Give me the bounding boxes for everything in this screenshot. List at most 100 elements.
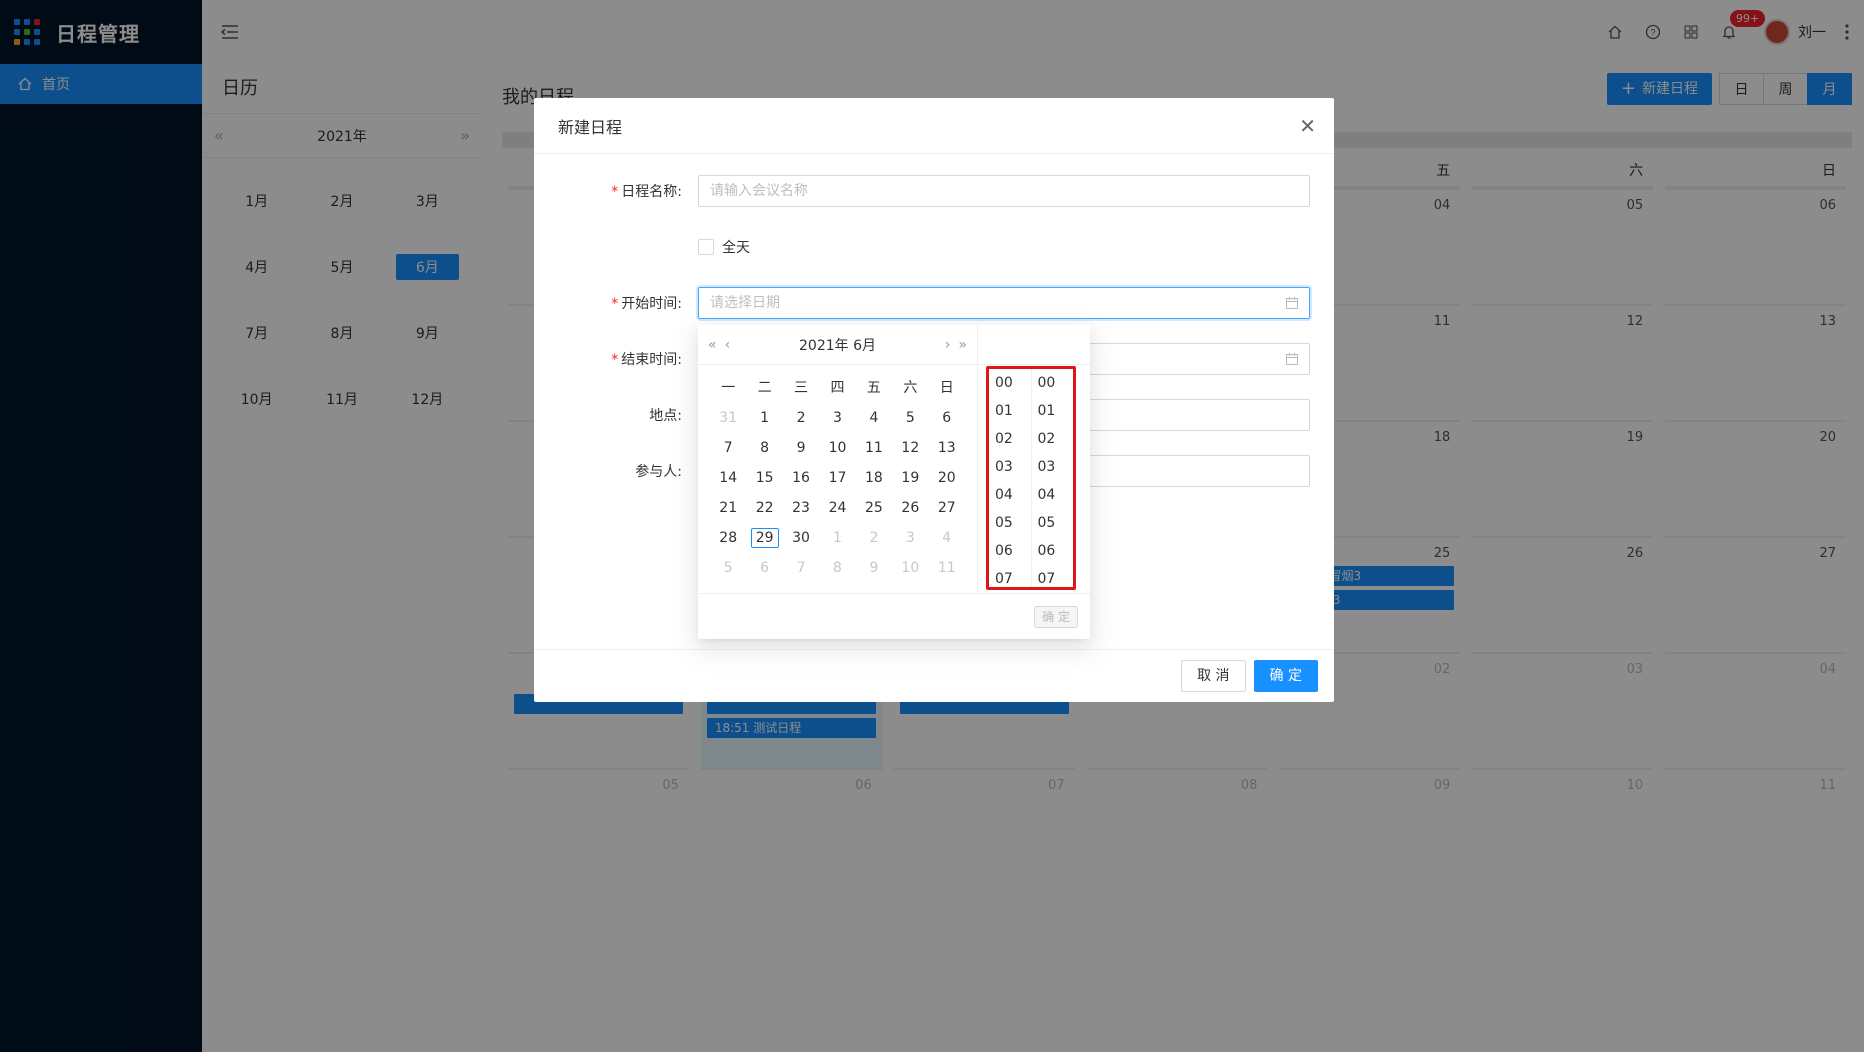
date-cell[interactable]: 6: [746, 553, 782, 583]
date-cell[interactable]: 27: [929, 493, 965, 523]
time-panel: 00 01 02 03 04 05 06 07 00 01 02 03 04 05 06 07: [978, 325, 1090, 593]
date-cell[interactable]: 16: [783, 463, 819, 493]
date-cell[interactable]: 23: [783, 493, 819, 523]
modal-title: 新建日程: [558, 117, 623, 137]
hour-cell[interactable]: 04: [989, 481, 1031, 509]
date-cell[interactable]: 11: [856, 433, 892, 463]
picker-year-month[interactable]: 2021年 6月: [738, 335, 937, 355]
date-cell[interactable]: 2: [856, 523, 892, 553]
date-row: 5 6 7 8 9 10 11: [710, 553, 965, 583]
weekday-label: 二: [757, 380, 772, 396]
field-label: * 日程名称:: [611, 184, 682, 200]
date-cell[interactable]: 21: [710, 493, 746, 523]
minute-cell[interactable]: 04: [1032, 481, 1074, 509]
minute-cell[interactable]: 03: [1032, 453, 1074, 481]
date-cell[interactable]: 14: [710, 463, 746, 493]
date-cell[interactable]: 9: [856, 553, 892, 583]
field-label: 参与人:: [635, 464, 682, 480]
modal-header: 新建日程 ✕: [534, 98, 1334, 154]
date-cell[interactable]: 31: [710, 403, 746, 433]
minute-cell[interactable]: 06: [1032, 537, 1074, 565]
date-cell[interactable]: 22: [746, 493, 782, 523]
calendar-icon: [1286, 353, 1298, 365]
picker-ok-button[interactable]: 确 定: [1034, 606, 1078, 628]
date-cell[interactable]: 25: [856, 493, 892, 523]
date-cell[interactable]: 30: [783, 523, 819, 553]
form-row-allday: 全天: [534, 230, 1334, 264]
schedule-name-input[interactable]: 请输入会议名称: [698, 175, 1310, 207]
start-time-input[interactable]: 请选择日期: [698, 287, 1310, 319]
weekday-label: 日: [939, 380, 954, 396]
date-cell[interactable]: 5: [710, 553, 746, 583]
minute-column[interactable]: 00 01 02 03 04 05 06 07: [1030, 369, 1074, 587]
date-cell[interactable]: 15: [746, 463, 782, 493]
field-label: * 结束时间:: [611, 352, 682, 368]
date-cell[interactable]: 3: [819, 403, 855, 433]
date-cell[interactable]: 7: [783, 553, 819, 583]
weekday-label: 六: [903, 380, 918, 396]
minute-cell[interactable]: 05: [1032, 509, 1074, 537]
weekday-label: 一: [721, 380, 736, 396]
date-cell[interactable]: 17: [819, 463, 855, 493]
hour-cell[interactable]: 01: [989, 397, 1031, 425]
date-cell[interactable]: 3: [892, 523, 928, 553]
date-row: 21 22 23 24 25 26 27: [710, 493, 965, 523]
datetime-picker: « ‹ 2021年 6月 › » 一 二 三 四 五 六 日 31 1 2 3 4 5 6 7…: [698, 325, 1090, 639]
date-cell[interactable]: 1: [819, 523, 855, 553]
date-cell[interactable]: 1: [746, 403, 782, 433]
modal-footer: 取 消 确 定: [534, 649, 1334, 702]
date-cell[interactable]: 10: [819, 433, 855, 463]
date-panel: « ‹ 2021年 6月 › » 一 二 三 四 五 六 日 31 1 2 3 4 5 6 7…: [698, 325, 978, 593]
minute-cell[interactable]: 01: [1032, 397, 1074, 425]
date-cell[interactable]: 5: [892, 403, 928, 433]
date-cell[interactable]: 8: [819, 553, 855, 583]
checkbox-box[interactable]: [698, 239, 714, 255]
prev-year-icon[interactable]: «: [708, 337, 717, 353]
date-cell[interactable]: 2: [783, 403, 819, 433]
minute-cell[interactable]: 07: [1032, 565, 1074, 587]
date-row: 28 29 30 1 2 3 4: [710, 523, 965, 553]
date-cell[interactable]: 20: [929, 463, 965, 493]
date-cell[interactable]: 28: [710, 523, 746, 553]
next-year-icon[interactable]: »: [958, 337, 967, 353]
field-label: 地点:: [649, 408, 682, 424]
hour-cell[interactable]: 03: [989, 453, 1031, 481]
date-cell[interactable]: 13: [929, 433, 965, 463]
date-row: 7 8 9 10 11 12 13: [710, 433, 965, 463]
hour-cell[interactable]: 06: [989, 537, 1031, 565]
picker-nav: « ‹ 2021年 6月 › »: [698, 325, 977, 365]
hour-cell[interactable]: 02: [989, 425, 1031, 453]
next-month-icon[interactable]: ›: [945, 337, 951, 353]
date-grid: 一 二 三 四 五 六 日 31 1 2 3 4 5 6 7 8 9 10 11 12 13 14 15 16 1…: [698, 365, 977, 583]
hour-column[interactable]: 00 01 02 03 04 05 06 07: [989, 369, 1031, 587]
form-row-start: * 开始时间: 请选择日期: [534, 286, 1334, 320]
date-cell[interactable]: 10: [892, 553, 928, 583]
hour-cell[interactable]: 00: [989, 369, 1031, 397]
allday-checkbox[interactable]: 全天: [698, 237, 750, 257]
date-cell[interactable]: 4: [856, 403, 892, 433]
field-label: * 开始时间:: [611, 296, 682, 312]
prev-month-icon[interactable]: ‹: [725, 337, 731, 353]
date-cell[interactable]: 24: [819, 493, 855, 523]
date-cell[interactable]: 26: [892, 493, 928, 523]
date-cell[interactable]: 18: [856, 463, 892, 493]
picker-weekday-row: 一 二 三 四 五 六 日: [710, 373, 965, 403]
date-cell[interactable]: 6: [929, 403, 965, 433]
date-cell[interactable]: 9: [783, 433, 819, 463]
time-columns-highlight: 00 01 02 03 04 05 06 07 00 01 02 03 04 05 06 07: [986, 366, 1076, 590]
calendar-icon: [1286, 297, 1298, 309]
hour-cell[interactable]: 07: [989, 565, 1031, 587]
date-cell[interactable]: 7: [710, 433, 746, 463]
confirm-button[interactable]: 确 定: [1253, 660, 1318, 692]
minute-cell[interactable]: 00: [1032, 369, 1074, 397]
close-icon[interactable]: ✕: [1299, 114, 1316, 138]
date-cell[interactable]: 4: [929, 523, 965, 553]
minute-cell[interactable]: 02: [1032, 425, 1074, 453]
hour-cell[interactable]: 05: [989, 509, 1031, 537]
date-cell-today[interactable]: 29: [746, 523, 782, 553]
date-cell[interactable]: 11: [929, 553, 965, 583]
date-cell[interactable]: 8: [746, 433, 782, 463]
date-cell[interactable]: 12: [892, 433, 928, 463]
cancel-button[interactable]: 取 消: [1181, 660, 1246, 692]
date-cell[interactable]: 19: [892, 463, 928, 493]
